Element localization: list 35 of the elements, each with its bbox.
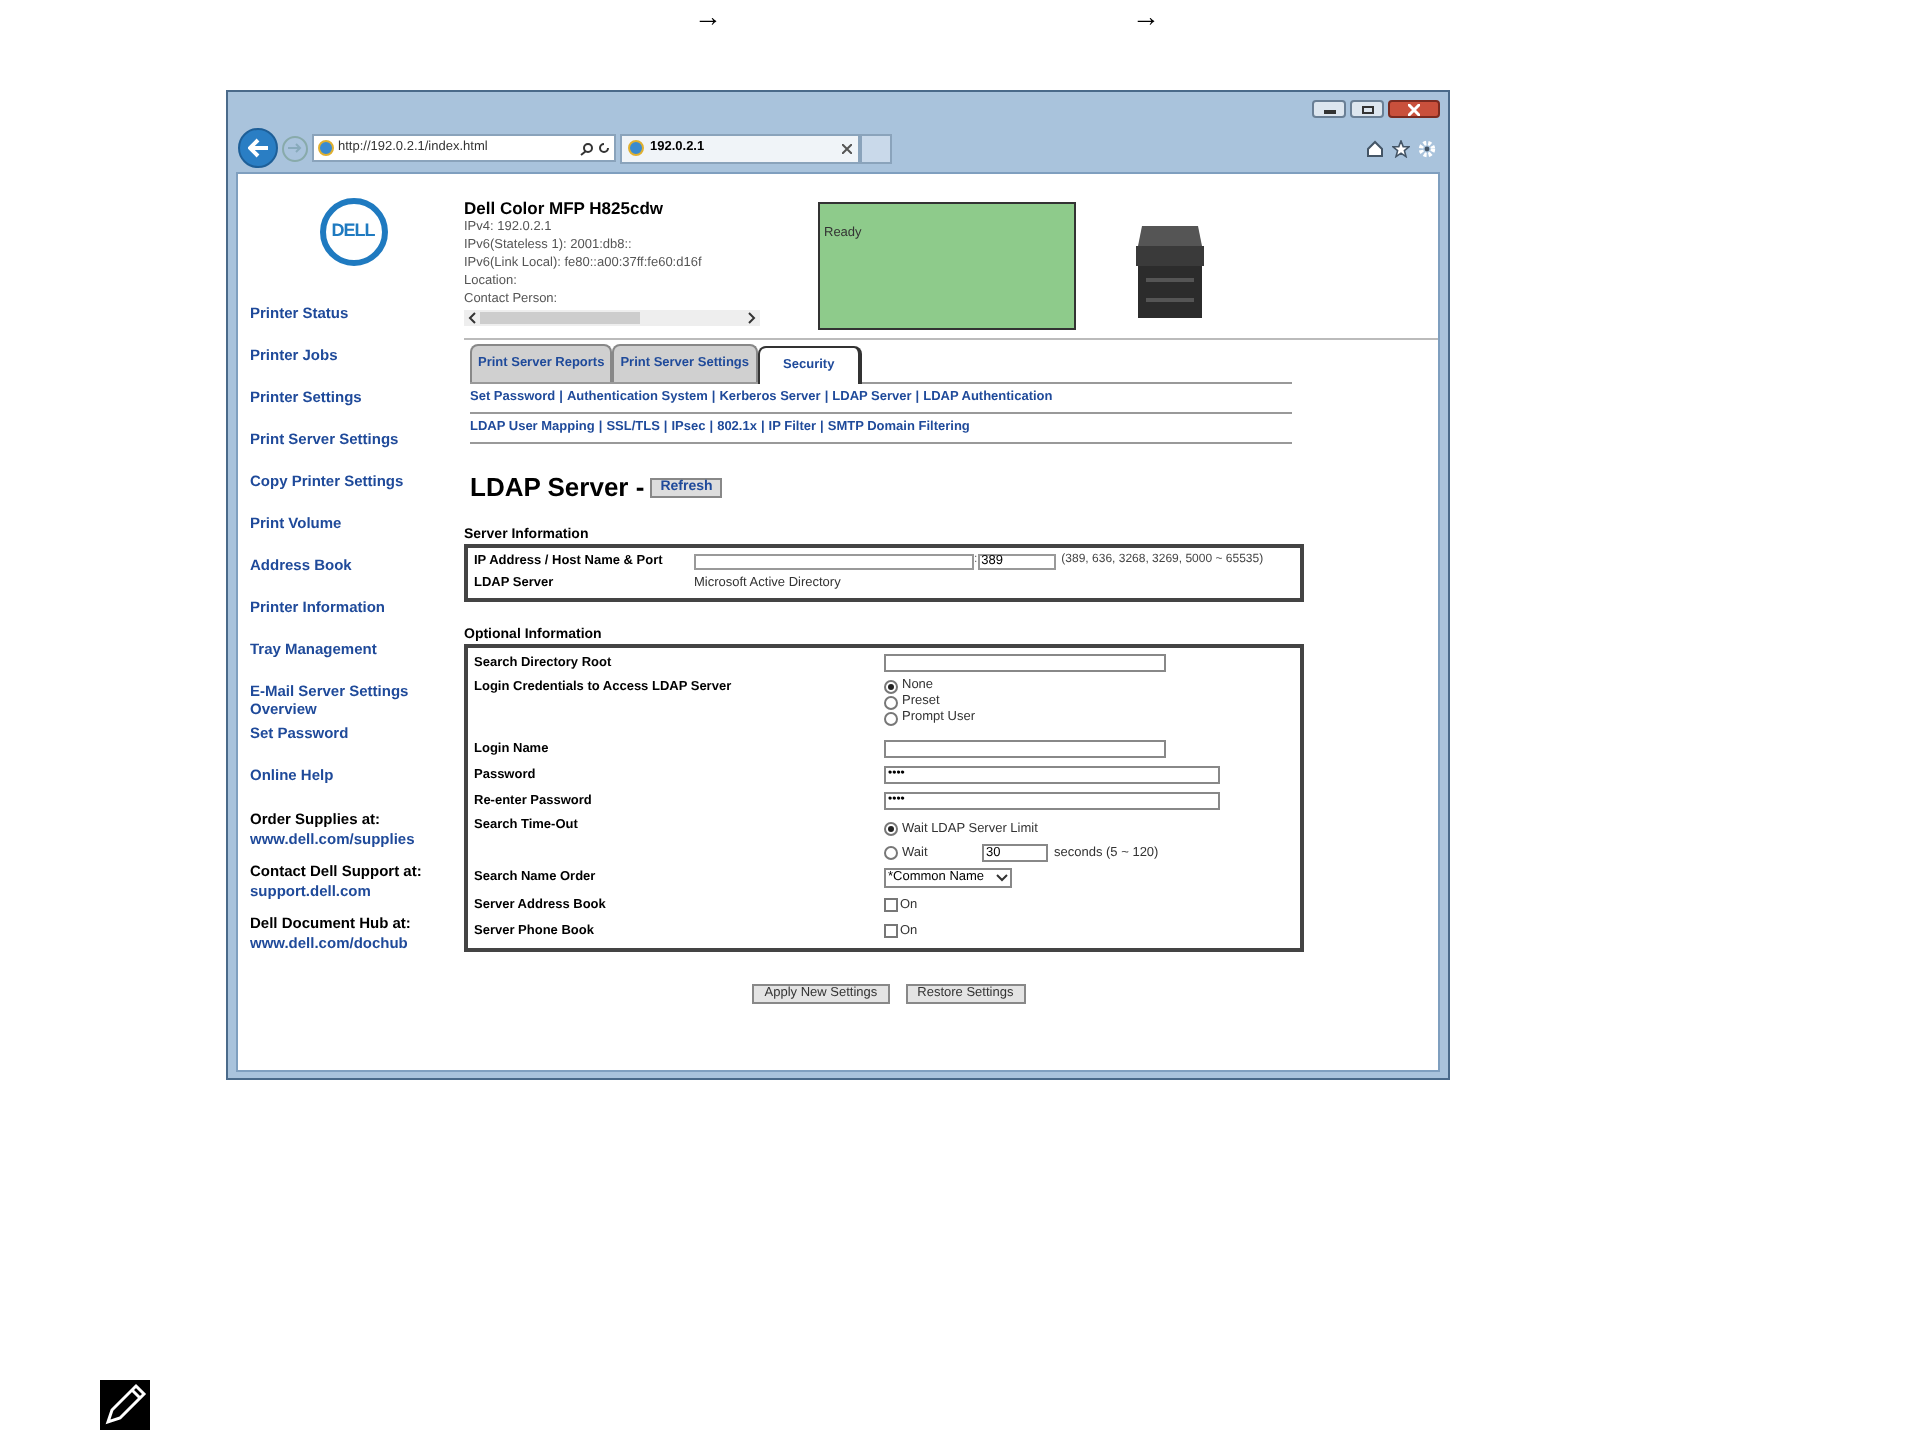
close-button[interactable] <box>1388 100 1440 118</box>
radio-button[interactable] <box>884 845 898 860</box>
search-icon <box>580 141 594 155</box>
chevron-right-icon <box>748 312 756 324</box>
home-icon[interactable] <box>1366 139 1384 157</box>
settings-icon[interactable] <box>1418 139 1436 157</box>
refresh-icon <box>598 142 610 154</box>
radio-button[interactable] <box>884 711 898 726</box>
radio-button[interactable] <box>884 695 898 710</box>
text-field[interactable] <box>884 653 1166 671</box>
arrow-symbol: → <box>694 0 722 32</box>
close-icon[interactable] <box>842 143 852 153</box>
close-icon <box>1408 103 1420 115</box>
chevron-left-icon <box>468 312 476 324</box>
minimize-button[interactable] <box>1312 100 1346 118</box>
page-title: LDAP Server - <box>470 470 645 506</box>
printer-model: Dell Color MFP H825cdw <box>464 198 666 218</box>
arrow-symbol: → <box>1132 0 1160 32</box>
checkbox[interactable] <box>884 924 898 939</box>
maximize-button[interactable] <box>1350 100 1384 118</box>
globe-icon <box>318 140 334 156</box>
horizontal-scrollbar[interactable] <box>464 310 760 326</box>
star-icon[interactable] <box>1392 139 1410 157</box>
note-pencil-icon <box>100 1380 150 1430</box>
chevron-icon <box>996 874 1008 883</box>
checkbox[interactable] <box>884 898 898 913</box>
globe-icon <box>628 140 644 156</box>
radio-button[interactable] <box>884 821 898 836</box>
logo: DELL <box>319 198 387 266</box>
arrow-right-icon <box>288 142 302 154</box>
text-field[interactable] <box>884 739 1166 758</box>
radio-button[interactable] <box>884 679 898 694</box>
back-button[interactable] <box>238 128 278 168</box>
host-input[interactable] <box>694 553 974 569</box>
arrow-left-icon <box>247 138 269 158</box>
